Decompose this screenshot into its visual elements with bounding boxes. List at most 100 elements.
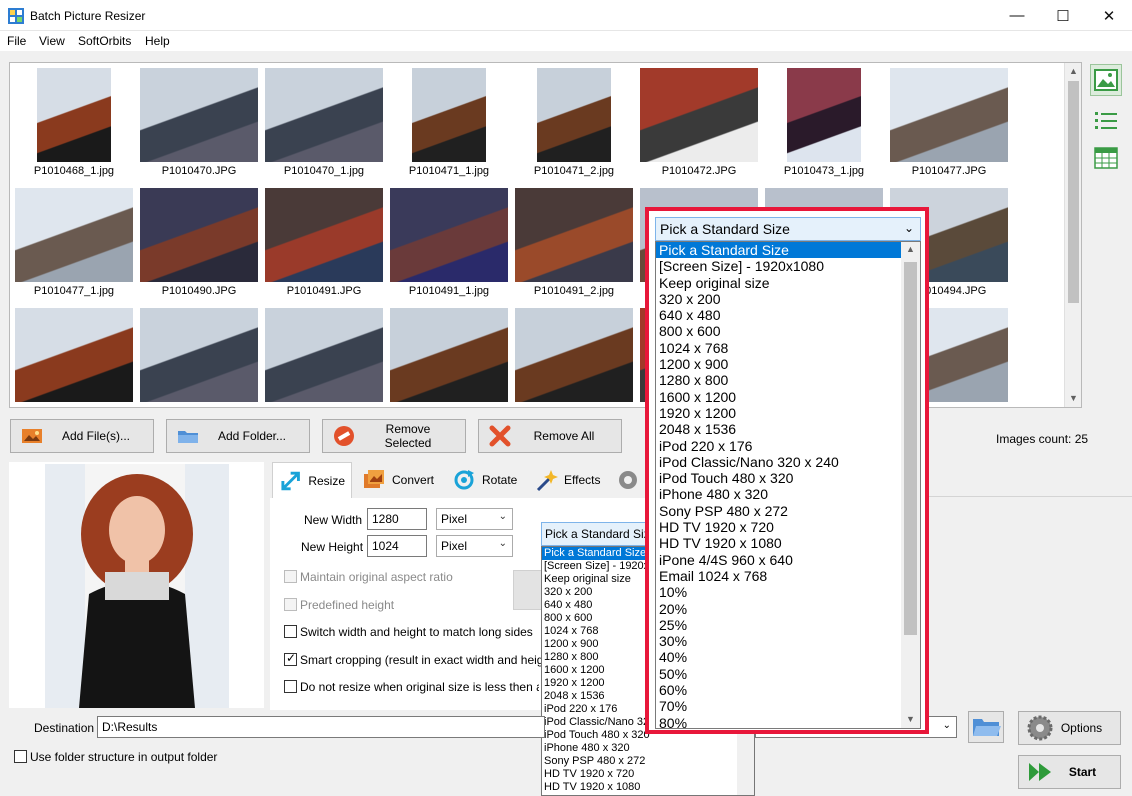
do-not-resize-checkbox[interactable] (284, 680, 297, 694)
thumbnail-item[interactable]: P1010491_1.jpg (388, 185, 510, 303)
thumbnail-item[interactable]: P1010477.JPG (888, 65, 1010, 183)
maintain-aspect-row[interactable]: Maintain original aspect ratio (284, 569, 453, 584)
scroll-down-icon[interactable]: ▼ (1065, 393, 1081, 403)
maximize-button[interactable]: ☐ (1040, 0, 1086, 31)
standard-size-select[interactable]: Pick a Standard Size (541, 522, 649, 546)
switch-sides-checkbox[interactable] (284, 625, 297, 639)
thumbnail-item[interactable]: P1010471_1.jpg (388, 65, 510, 183)
zoomed-standard-size-option[interactable]: 800 x 600 (656, 323, 920, 339)
thumbnail-item[interactable] (138, 305, 260, 407)
zoomed-standard-size-option[interactable]: 30% (656, 633, 920, 649)
predefined-height-checkbox[interactable] (284, 598, 297, 612)
tab-resize[interactable]: Resize (272, 462, 352, 498)
remove-selected-button[interactable]: Remove Selected (322, 419, 466, 453)
zoomed-standard-size-option[interactable]: HD TV 1920 x 1080 (656, 535, 920, 551)
scroll-down-icon[interactable]: ▼ (901, 714, 920, 724)
scroll-thumb[interactable] (1068, 81, 1079, 303)
new-width-input[interactable]: 1280 (367, 508, 427, 530)
thumbnail-item[interactable]: P1010472.JPG (638, 65, 760, 183)
zoomed-standard-size-list[interactable]: Pick a Standard Size [Screen Size] - 1920… (655, 241, 921, 729)
zoomed-standard-size-option[interactable]: 1280 x 800 (656, 372, 920, 388)
smart-cropping-row[interactable]: Smart cropping (result in exact width an… (284, 651, 557, 667)
zoomed-standard-size-option[interactable]: 1024 x 768 (656, 340, 920, 356)
zoomed-standard-size-option[interactable]: iPone 4/4S 960 x 640 (656, 552, 920, 568)
zoomed-standard-size-option[interactable]: 50% (656, 666, 920, 682)
smart-cropping-checkbox[interactable] (284, 651, 297, 667)
zoomed-standard-size-option[interactable]: 2048 x 1536 (656, 421, 920, 437)
predefined-height-row[interactable]: Predefined height (284, 597, 394, 612)
browse-folder-button[interactable] (968, 711, 1004, 743)
thumbnail-item[interactable] (513, 305, 635, 407)
scroll-thumb[interactable] (904, 262, 917, 635)
zoomed-standard-size-option[interactable]: 20% (656, 601, 920, 617)
zoomed-standard-size-option[interactable]: iPod Classic/Nano 320 x 240 (656, 454, 920, 470)
thumbnail-item[interactable]: P1010490.JPG (138, 185, 260, 303)
thumbnail-item[interactable]: P1010477_1.jpg (13, 185, 135, 303)
minimize-button[interactable]: — (994, 0, 1040, 31)
zoomed-standard-size-option[interactable]: 60% (656, 682, 920, 698)
zoomed-standard-size-option[interactable]: 10% (656, 584, 920, 600)
zoomed-standard-size-option[interactable]: 70% (656, 698, 920, 714)
height-unit-select[interactable]: Pixel ⌄ (436, 535, 513, 557)
zoomed-standard-size-option[interactable]: Pick a Standard Size (656, 242, 920, 259)
width-unit-select[interactable]: Pixel ⌄ (436, 508, 513, 530)
menu-file[interactable]: File (7, 34, 26, 48)
thumbnail-item[interactable]: P1010468_1.jpg (13, 65, 135, 183)
standard-size-option[interactable]: Sony PSP 480 x 272 (542, 755, 754, 768)
menu-softorbits[interactable]: SoftOrbits (78, 34, 131, 48)
close-button[interactable]: ✕ (1086, 0, 1132, 31)
standard-size-option[interactable]: HD TV 1920 x 720 (542, 768, 754, 781)
start-button[interactable]: Start (1018, 755, 1121, 789)
zoomed-list-scrollbar[interactable]: ▲ ▼ (901, 242, 920, 728)
thumbnail-scrollbar[interactable]: ▲ ▼ (1064, 63, 1081, 407)
scroll-up-icon[interactable]: ▲ (1065, 66, 1081, 76)
options-button[interactable]: Options (1018, 711, 1121, 745)
tab-effects[interactable]: Effects (528, 462, 608, 498)
tab-more[interactable] (610, 462, 646, 498)
table-view-button[interactable] (1090, 142, 1122, 174)
thumbnail-item[interactable]: P1010473_1.jpg (763, 65, 885, 183)
thumbnail-item[interactable] (13, 305, 135, 407)
maintain-aspect-checkbox[interactable] (284, 570, 297, 584)
tab-convert[interactable]: Convert (356, 462, 442, 498)
thumbnail-item[interactable]: P1010470.JPG (138, 65, 260, 183)
zoomed-standard-size-option[interactable]: 80% (656, 715, 920, 728)
do-not-resize-row[interactable]: Do not resize when original size is less… (284, 679, 539, 694)
use-folder-structure-row[interactable]: Use folder structure in output folder (14, 749, 217, 764)
thumbnail-view-button[interactable] (1090, 64, 1122, 96)
zoomed-standard-size-option[interactable]: HD TV 1920 x 720 (656, 519, 920, 535)
zoomed-standard-size-option[interactable]: iPhone 480 x 320 (656, 486, 920, 502)
thumbnail-item[interactable]: P1010471_2.jpg (513, 65, 635, 183)
list-view-button[interactable] (1090, 104, 1122, 136)
zoomed-standard-size-option[interactable]: 40% (656, 649, 920, 665)
thumbnail-item[interactable]: P1010491_2.jpg (513, 185, 635, 303)
zoomed-standard-size-select[interactable]: Pick a Standard Size ⌄ (655, 217, 921, 241)
zoomed-standard-size-option[interactable]: 1920 x 1200 (656, 405, 920, 421)
standard-size-option[interactable]: iPhone 480 x 320 (542, 742, 754, 755)
zoomed-standard-size-option[interactable]: iPod Touch 480 x 320 (656, 470, 920, 486)
zoomed-standard-size-option[interactable]: Email 1024 x 768 (656, 568, 920, 584)
use-folder-structure-checkbox[interactable] (14, 750, 27, 764)
menu-help[interactable]: Help (145, 34, 170, 48)
zoomed-standard-size-option[interactable]: 320 x 200 (656, 291, 920, 307)
zoomed-standard-size-option[interactable]: iPod 220 x 176 (656, 438, 920, 454)
zoomed-standard-size-option[interactable]: 25% (656, 617, 920, 633)
add-files-button[interactable]: Add File(s)... (10, 419, 154, 453)
thumbnail-item[interactable]: P1010470_1.jpg (263, 65, 385, 183)
link-aspect-button[interactable] (513, 570, 543, 610)
add-folder-button[interactable]: Add Folder... (166, 419, 310, 453)
zoomed-standard-size-option[interactable]: 1600 x 1200 (656, 389, 920, 405)
zoomed-standard-size-option[interactable]: 640 x 480 (656, 307, 920, 323)
tab-rotate[interactable]: Rotate (446, 462, 524, 498)
zoomed-standard-size-option[interactable]: 1200 x 900 (656, 356, 920, 372)
standard-size-option[interactable]: HD TV 1920 x 1080 (542, 781, 754, 794)
menu-view[interactable]: View (39, 34, 65, 48)
remove-all-button[interactable]: Remove All (478, 419, 622, 453)
thumbnail-item[interactable]: P1010491.JPG (263, 185, 385, 303)
new-height-input[interactable]: 1024 (367, 535, 427, 557)
switch-sides-row[interactable]: Switch width and height to match long si… (284, 624, 533, 639)
thumbnail-item[interactable] (263, 305, 385, 407)
zoomed-standard-size-option[interactable]: Sony PSP 480 x 272 (656, 503, 920, 519)
zoomed-standard-size-option[interactable]: [Screen Size] - 1920x1080 (656, 258, 920, 274)
destination-input[interactable]: D:\Results (97, 716, 545, 738)
